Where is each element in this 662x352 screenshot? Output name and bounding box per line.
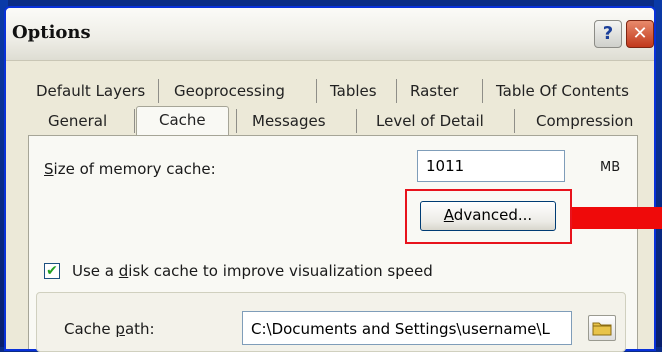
memory-cache-unit: MB (600, 160, 621, 175)
tab-compression[interactable]: Compression (528, 108, 641, 134)
tab-separator (134, 109, 135, 133)
question-mark-icon: ? (602, 23, 614, 44)
tab-separator (356, 109, 357, 133)
tab-separator (236, 109, 237, 133)
close-button[interactable]: ✕ (626, 20, 654, 48)
tab-separator (514, 109, 515, 133)
tab-level-of-detail[interactable]: Level of Detail (368, 108, 492, 134)
memory-cache-label: Size of memory cache: (44, 160, 216, 178)
tab-separator (158, 79, 159, 103)
checkmark-icon: ✔ (46, 263, 58, 279)
red-arrow-indicator (572, 207, 662, 229)
tab-separator (396, 79, 397, 103)
tab-default-layers[interactable]: Default Layers (28, 78, 153, 104)
tab-messages[interactable]: Messages (244, 108, 334, 134)
cache-path-input[interactable]: C:\Documents and Settings\username\L (242, 311, 572, 345)
advanced-button[interactable]: Advanced... (420, 201, 556, 231)
tab-separator (482, 79, 483, 103)
dialog-title: Options (12, 22, 91, 43)
tab-separator (316, 79, 317, 103)
folder-icon (592, 322, 612, 336)
memory-cache-input[interactable]: 1011 (417, 150, 565, 182)
tab-tables[interactable]: Tables (322, 78, 385, 104)
cache-path-label: Cache path: (64, 320, 155, 338)
tab-raster[interactable]: Raster (402, 78, 466, 104)
tab-general[interactable]: General (40, 108, 115, 134)
disk-cache-label: Use a disk cache to improve visualizatio… (72, 262, 433, 280)
title-bar[interactable]: Options ? ✕ (6, 8, 654, 61)
help-button[interactable]: ? (594, 20, 622, 48)
tab-table-of-contents[interactable]: Table Of Contents (488, 78, 637, 104)
tab-cache[interactable]: Cache (136, 106, 229, 136)
browse-folder-button[interactable] (588, 315, 616, 341)
tab-geoprocessing[interactable]: Geoprocessing (166, 78, 293, 104)
disk-cache-checkbox[interactable]: ✔ (44, 263, 60, 279)
close-icon: ✕ (632, 23, 648, 44)
